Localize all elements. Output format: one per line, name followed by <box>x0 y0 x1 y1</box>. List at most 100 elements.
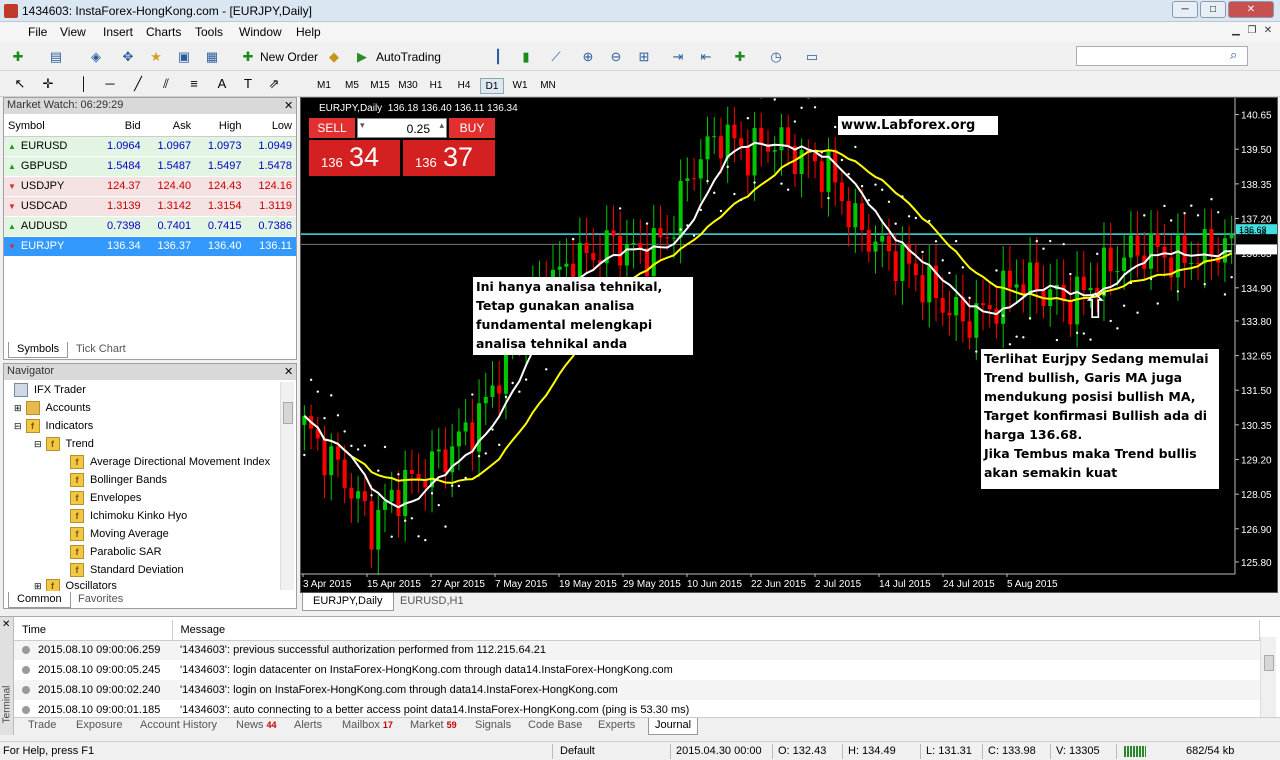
navigator-root[interactable]: IFX Trader <box>14 381 86 399</box>
tile-windows-icon[interactable]: ⊞ <box>634 47 654 67</box>
scrollbar-thumb[interactable] <box>283 402 293 424</box>
journal-row[interactable]: 2015.08.10 09:00:05.245 '1434603': login … <box>14 660 1260 680</box>
table-row[interactable]: ▲ AUDUSD 0.7398 0.7401 0.7415 0.7386 <box>4 216 296 237</box>
terminal-scrollbar[interactable] <box>1260 637 1276 717</box>
table-row[interactable]: ▼ USDJPY 124.37 124.40 124.43 124.16 <box>4 176 296 197</box>
metaeditor-icon[interactable]: ◆ <box>324 47 344 67</box>
channel-icon[interactable]: ⫽ <box>156 74 176 94</box>
col-time[interactable]: Time <box>14 620 173 641</box>
table-row[interactable]: ▲ GBPUSD 1.5484 1.5487 1.5497 1.5478 <box>4 156 296 177</box>
collapse-icon[interactable]: ⊟ <box>34 439 42 449</box>
sell-price-box[interactable]: 136 34 <box>309 140 400 176</box>
timeframe-h1[interactable]: H1 <box>424 78 448 94</box>
col-high[interactable]: High <box>195 116 246 137</box>
navigator-indicator-item[interactable]: f Bollinger Bands <box>70 471 280 489</box>
table-row[interactable]: ▲ EURUSD 1.0964 1.0967 1.0973 1.0949 <box>4 136 296 157</box>
timeframe-h4[interactable]: H4 <box>452 78 476 94</box>
terminal-tab-exposure[interactable]: Exposure <box>76 718 122 735</box>
col-ask[interactable]: Ask <box>144 116 196 137</box>
buy-price-box[interactable]: 136 37 <box>403 140 495 176</box>
timeframe-m30[interactable]: M30 <box>396 78 420 94</box>
tab-symbols[interactable]: Symbols <box>8 342 69 358</box>
terminal-tab-journal[interactable]: Journal <box>648 718 699 735</box>
strategy-tester-icon[interactable]: ▦ <box>202 47 222 67</box>
vertical-line-icon[interactable]: │ <box>74 74 94 94</box>
chart-tab-eurjpy[interactable]: EURJPY,Daily <box>302 593 394 611</box>
text-icon[interactable]: A <box>212 74 232 94</box>
candlestick-icon[interactable]: ▮ <box>516 47 536 67</box>
new-chart-icon[interactable]: ✚ <box>8 47 28 67</box>
cursor-icon[interactable]: ↖ <box>10 74 30 94</box>
terminal-tab-account-history[interactable]: Account History <box>140 718 217 735</box>
market-watch-icon[interactable]: ◈ <box>86 47 106 67</box>
col-symbol[interactable]: Symbol <box>4 116 95 137</box>
crosshair-icon[interactable]: ✛ <box>38 74 58 94</box>
terminal-tab-market[interactable]: Market 59 <box>410 718 457 735</box>
terminal-tab-alerts[interactable]: Alerts <box>294 718 322 735</box>
mdi-restore-button[interactable]: ❐ <box>1244 24 1260 38</box>
navigator-indicators[interactable]: ⊟ f Indicators <box>14 417 93 435</box>
navigator-icon[interactable]: ★ <box>146 47 166 67</box>
timeframe-d1[interactable]: D1 <box>480 78 504 94</box>
bar-chart-icon[interactable]: ┃ <box>488 47 508 67</box>
line-chart-icon[interactable]: ⟋ <box>546 47 566 67</box>
terminal-tab-trade[interactable]: Trade <box>28 718 56 735</box>
label-icon[interactable]: T <box>238 74 258 94</box>
navigator-indicator-item[interactable]: f Moving Average <box>70 525 280 543</box>
buy-button[interactable]: BUY <box>449 118 495 138</box>
tab-tick-chart[interactable]: Tick Chart <box>68 342 134 358</box>
data-window-icon[interactable]: ✥ <box>118 47 138 67</box>
col-bid[interactable]: Bid <box>94 116 145 137</box>
new-order-button[interactable]: New Order <box>260 50 318 64</box>
volume-up-icon[interactable]: ▴ <box>439 120 444 131</box>
navigator-indicator-item[interactable]: f Ichimoku Kinko Hyo <box>70 507 280 525</box>
chart-tab-eurusd[interactable]: EURUSD,H1 <box>390 593 474 611</box>
close-icon[interactable]: ✕ <box>2 619 10 630</box>
trendline-icon[interactable]: ╱ <box>128 74 148 94</box>
timeframe-w1[interactable]: W1 <box>508 78 532 94</box>
col-message[interactable]: Message <box>172 620 1260 641</box>
close-window-button[interactable]: ✕ <box>1228 1 1274 18</box>
terminal-icon[interactable]: ▣ <box>174 47 194 67</box>
timeframe-mn[interactable]: MN <box>536 78 560 94</box>
new-order-icon[interactable]: ✚ <box>238 47 258 67</box>
zoom-out-icon[interactable]: ⊖ <box>606 47 626 67</box>
arrows-icon[interactable]: ⇗ <box>264 74 284 94</box>
maximize-button[interactable]: □ <box>1200 1 1226 18</box>
navigator-indicator-item[interactable]: f Standard Deviation <box>70 561 280 579</box>
mdi-close-button[interactable]: ✕ <box>1260 24 1276 38</box>
table-row[interactable]: ▼ USDCAD 1.3139 1.3142 1.3154 1.3119 <box>4 196 296 217</box>
menu-window[interactable]: Window <box>239 25 282 39</box>
navigator-indicator-item[interactable]: f Average Directional Movement Index <box>70 453 280 471</box>
terminal-tab-experts[interactable]: Experts <box>598 718 635 735</box>
search-input[interactable] <box>1076 46 1248 66</box>
indicators-icon[interactable]: ✚ <box>730 47 750 67</box>
menu-file[interactable]: File <box>28 25 47 39</box>
navigator-scrollbar[interactable] <box>280 382 294 590</box>
timeframe-m1[interactable]: M1 <box>312 78 336 94</box>
table-row[interactable]: ▼ EURJPY 136.34 136.37 136.40 136.11 <box>4 236 296 257</box>
terminal-tab-code-base[interactable]: Code Base <box>528 718 582 735</box>
timeframe-m15[interactable]: M15 <box>368 78 392 94</box>
tab-common[interactable]: Common <box>8 592 71 608</box>
volume-down-icon[interactable]: ▾ <box>360 120 365 131</box>
navigator-oscillators[interactable]: ⊞ f Oscillators <box>34 579 117 591</box>
menu-charts[interactable]: Charts <box>146 25 181 39</box>
journal-row[interactable]: 2015.08.10 09:00:02.240 '1434603': login … <box>14 680 1260 700</box>
horizontal-line-icon[interactable]: ─ <box>100 74 120 94</box>
auto-scroll-icon[interactable]: ⇥ <box>668 47 688 67</box>
navigator-trend[interactable]: ⊟ f Trend <box>34 435 94 453</box>
tab-favorites[interactable]: Favorites <box>70 592 131 608</box>
terminal-tab-signals[interactable]: Signals <box>475 718 511 735</box>
navigator-indicator-item[interactable]: f Envelopes <box>70 489 280 507</box>
chart-shift-icon[interactable]: ⇤ <box>696 47 716 67</box>
menu-help[interactable]: Help <box>296 25 321 39</box>
mdi-minimize-button[interactable]: ▁ <box>1228 24 1244 38</box>
sell-button[interactable]: SELL <box>309 118 355 138</box>
zoom-in-icon[interactable]: ⊕ <box>578 47 598 67</box>
close-icon[interactable]: ✕ <box>284 365 293 378</box>
periods-icon[interactable]: ◷ <box>766 47 786 67</box>
menu-tools[interactable]: Tools <box>195 25 223 39</box>
menu-view[interactable]: View <box>60 25 86 39</box>
collapse-icon[interactable]: ⊟ <box>14 421 22 431</box>
